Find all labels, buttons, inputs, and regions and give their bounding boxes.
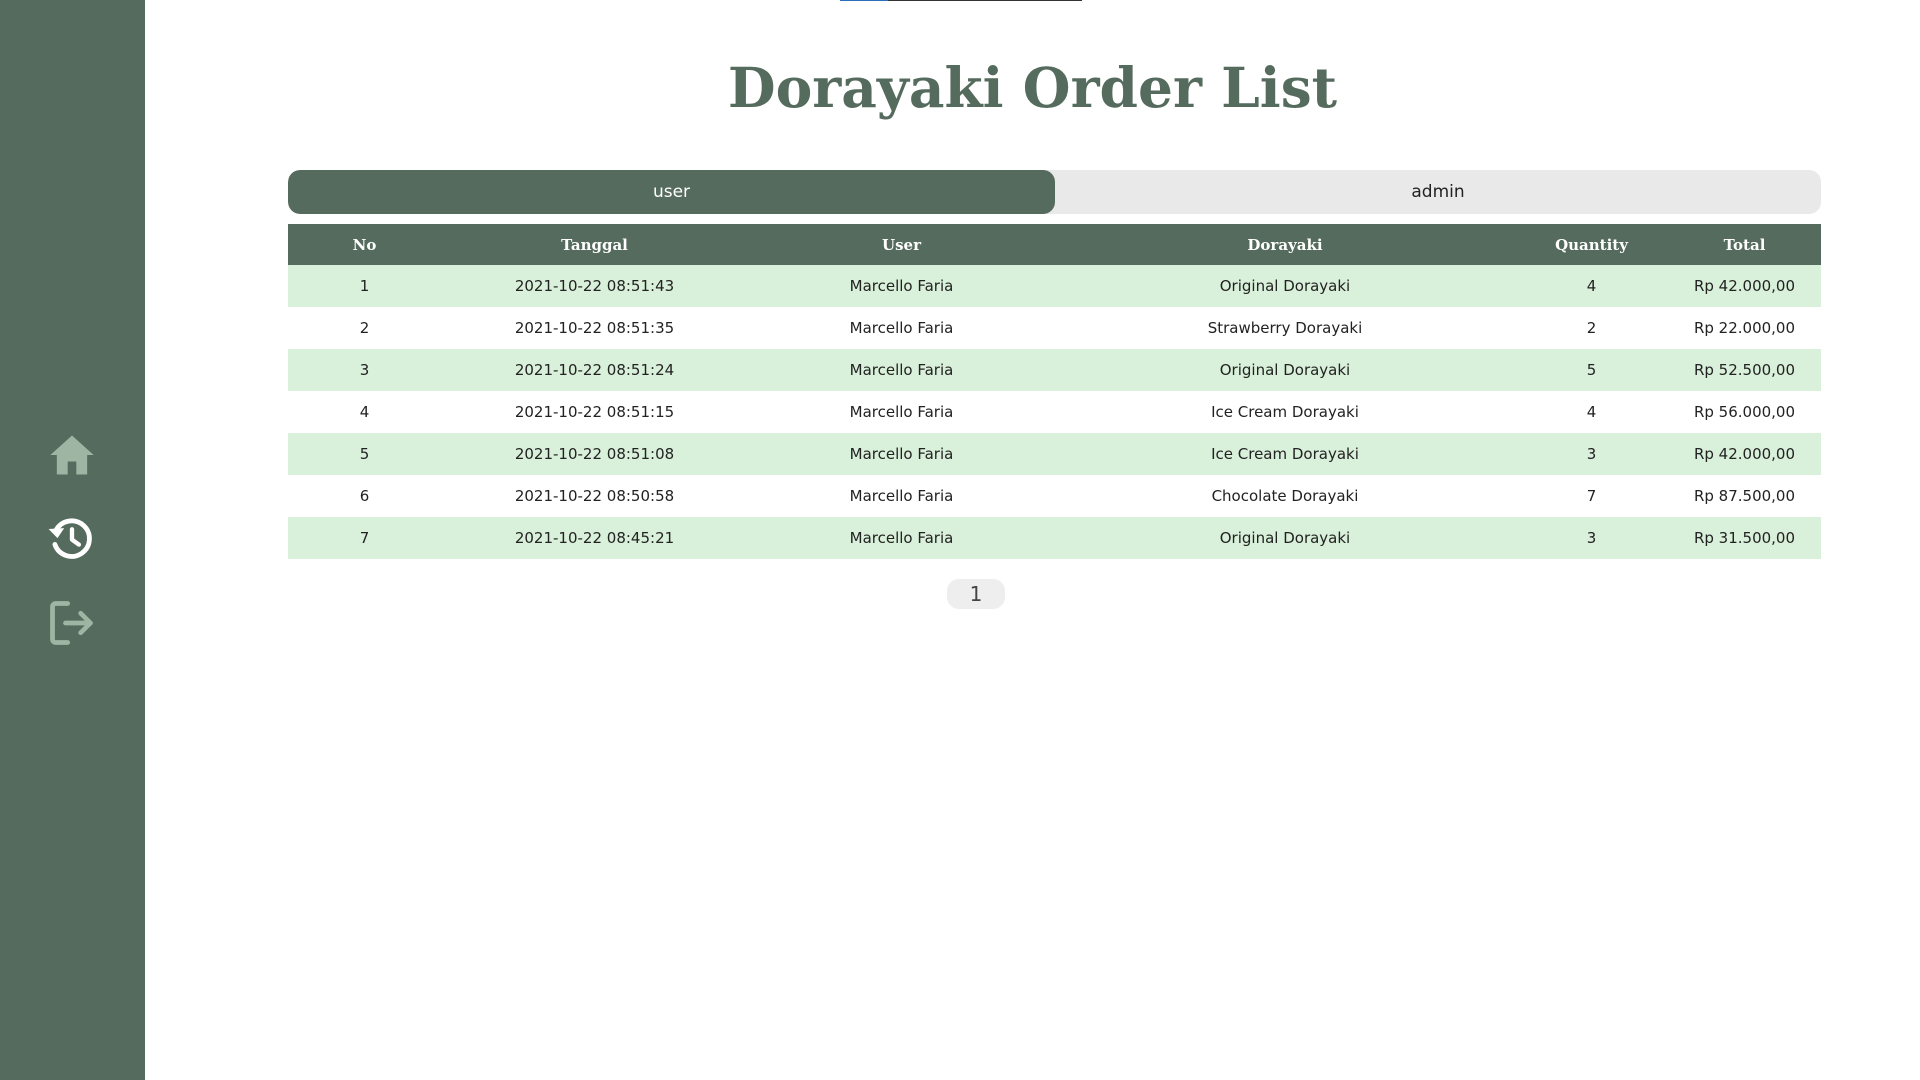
order-table-wrapper: No Tanggal User Dorayaki Quantity Total …: [288, 224, 1821, 559]
logout-icon[interactable]: [46, 597, 98, 649]
column-header-tanggal: Tanggal: [561, 235, 628, 254]
cell-quantity: 7: [1586, 487, 1597, 505]
table-row: 7 2021-10-22 08:45:21 Marcello Faria Ori…: [288, 517, 1821, 559]
cell-tanggal: 2021-10-22 08:45:21: [514, 529, 675, 547]
table-row: 4 2021-10-22 08:51:15 Marcello Faria Ice…: [288, 391, 1821, 433]
cell-tanggal: 2021-10-22 08:51:24: [514, 361, 675, 379]
cell-total: Rp 22.000,00: [1693, 319, 1796, 337]
cell-total: Rp 42.000,00: [1693, 277, 1796, 295]
tab-user[interactable]: user: [288, 170, 1055, 214]
cell-user: Marcello Faria: [849, 529, 954, 547]
tab-admin[interactable]: admin: [1055, 170, 1821, 214]
role-tabs: user admin: [288, 170, 1821, 214]
column-header-total: Total: [1723, 235, 1766, 254]
cell-no: 4: [359, 403, 370, 421]
cell-total: Rp 42.000,00: [1693, 445, 1796, 463]
table-row: 1 2021-10-22 08:51:43 Marcello Faria Ori…: [288, 265, 1821, 307]
cell-dorayaki: Ice Cream Dorayaki: [1211, 403, 1359, 421]
cell-no: 2: [359, 319, 370, 337]
cell-user: Marcello Faria: [849, 403, 954, 421]
cell-dorayaki: Original Dorayaki: [1219, 361, 1351, 379]
history-icon-glyph: [48, 518, 92, 559]
column-header-quantity: Quantity: [1555, 235, 1628, 254]
page-title: Dorayaki Order List: [727, 55, 1338, 120]
home-icon[interactable]: [46, 429, 98, 481]
home-icon-glyph: [50, 435, 94, 475]
cell-tanggal: 2021-10-22 08:51:15: [514, 403, 675, 421]
table-row: 6 2021-10-22 08:50:58 Marcello Faria Cho…: [288, 475, 1821, 517]
cell-quantity: 3: [1586, 529, 1597, 547]
history-icon[interactable]: [46, 513, 98, 565]
cell-quantity: 4: [1586, 403, 1597, 421]
cell-tanggal: 2021-10-22 08:51:43: [514, 277, 675, 295]
top-scroll-accent: [840, 0, 888, 1]
cell-user: Marcello Faria: [849, 277, 954, 295]
cell-user: Marcello Faria: [849, 445, 954, 463]
cell-user: Marcello Faria: [849, 319, 954, 337]
cell-total: Rp 31.500,00: [1693, 529, 1796, 547]
cell-quantity: 4: [1586, 277, 1597, 295]
cell-dorayaki: Original Dorayaki: [1219, 529, 1351, 547]
cell-dorayaki: Original Dorayaki: [1219, 277, 1351, 295]
cell-total: Rp 52.500,00: [1693, 361, 1796, 379]
cell-quantity: 2: [1586, 319, 1597, 337]
main-content: Dorayaki Order List user admin No Tangga…: [145, 0, 1920, 1080]
cell-tanggal: 2021-10-22 08:51:35: [514, 319, 675, 337]
cell-user: Marcello Faria: [849, 361, 954, 379]
table-row: 3 2021-10-22 08:51:24 Marcello Faria Ori…: [288, 349, 1821, 391]
table-header-row: No Tanggal User Dorayaki Quantity Total: [288, 224, 1821, 265]
order-table: No Tanggal User Dorayaki Quantity Total …: [288, 224, 1821, 559]
cell-dorayaki: Strawberry Dorayaki: [1207, 319, 1363, 337]
cell-total: Rp 87.500,00: [1693, 487, 1796, 505]
table-row: 5 2021-10-22 08:51:08 Marcello Faria Ice…: [288, 433, 1821, 475]
cell-total: Rp 56.000,00: [1693, 403, 1796, 421]
column-header-user: User: [882, 235, 921, 254]
cell-quantity: 5: [1586, 361, 1597, 379]
column-header-no: No: [352, 235, 377, 254]
logout-icon-glyph: [50, 601, 93, 645]
column-header-dorayaki: Dorayaki: [1247, 235, 1323, 254]
sidebar: [0, 0, 145, 1080]
cell-quantity: 3: [1586, 445, 1597, 463]
cell-user: Marcello Faria: [849, 487, 954, 505]
cell-no: 1: [359, 277, 370, 295]
cell-dorayaki: Ice Cream Dorayaki: [1211, 445, 1359, 463]
cell-tanggal: 2021-10-22 08:50:58: [514, 487, 675, 505]
table-row: 2 2021-10-22 08:51:35 Marcello Faria Str…: [288, 307, 1821, 349]
cell-no: 6: [359, 487, 370, 505]
top-scroll-indicator: [840, 0, 1082, 1]
cell-dorayaki: Chocolate Dorayaki: [1211, 487, 1359, 505]
cell-no: 5: [359, 445, 370, 463]
pagination-page-button[interactable]: 1: [947, 579, 1005, 609]
cell-tanggal: 2021-10-22 08:51:08: [514, 445, 675, 463]
cell-no: 3: [359, 361, 370, 379]
cell-no: 7: [359, 529, 370, 547]
